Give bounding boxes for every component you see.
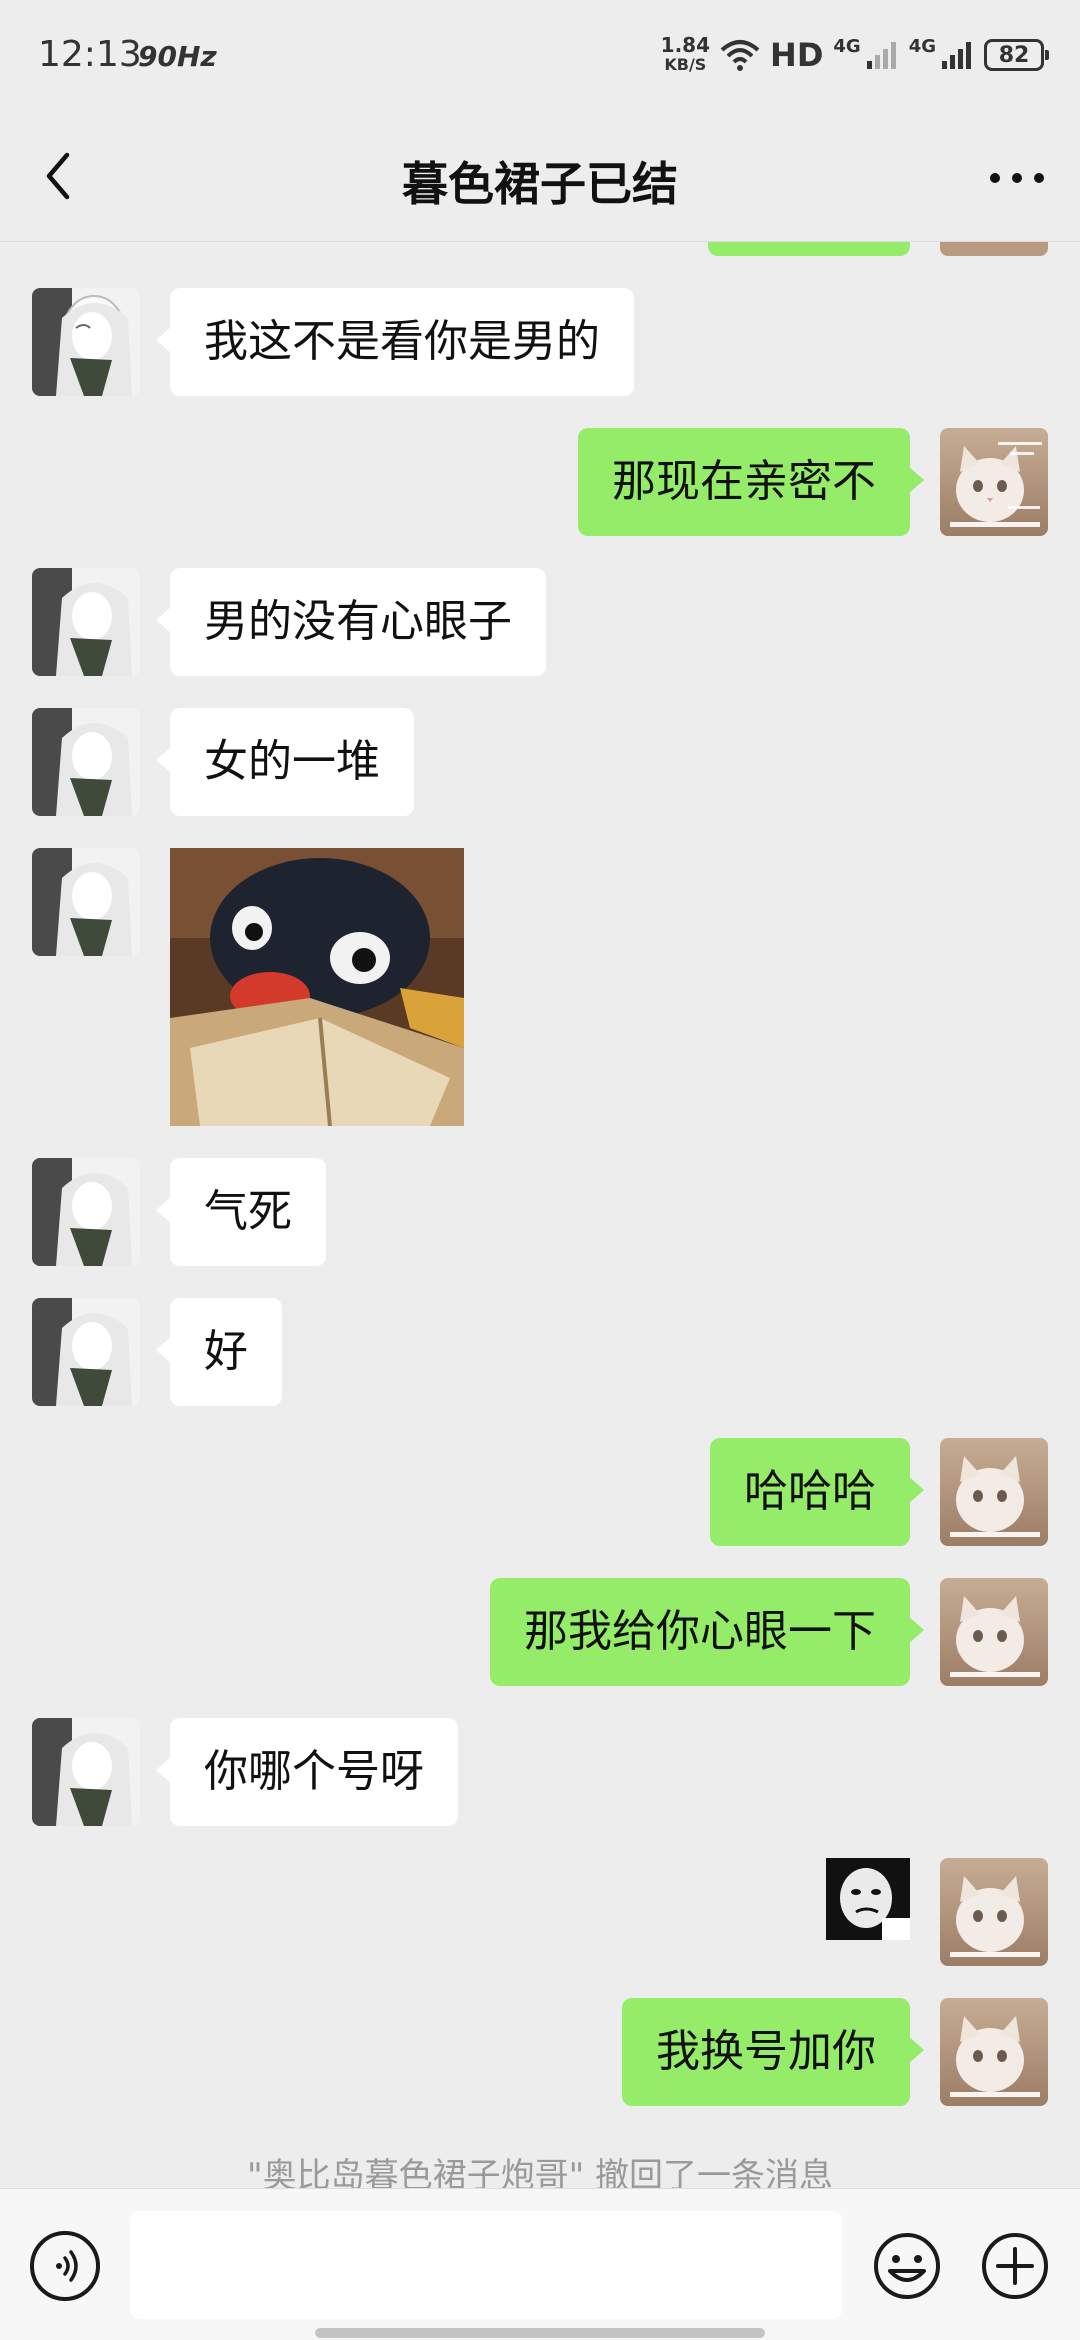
battery-icon: 82 — [984, 39, 1049, 71]
more-functions-button[interactable] — [980, 2231, 1050, 2301]
message-bubble[interactable]: 好 — [156, 1298, 282, 1406]
anime-girl-avatar-icon — [32, 708, 140, 816]
anime-girl-avatar-icon — [32, 288, 140, 396]
message-bubble[interactable]: 那现在亲密不 — [578, 428, 924, 536]
status-icons: 1.84 KB/S HD 4G 4G 82 — [661, 30, 1049, 80]
cat-avatar-icon — [940, 1858, 1048, 1966]
chat-header: 暮色裙子已结 — [0, 110, 1080, 242]
anime-girl-avatar-icon — [32, 1158, 140, 1266]
more-dots-icon — [990, 173, 1044, 183]
avatar-contact[interactable] — [32, 708, 140, 816]
penguin-reading-sticker[interactable] — [170, 848, 464, 1126]
voice-button[interactable] — [30, 2231, 100, 2301]
network-speed: 1.84 KB/S — [661, 35, 710, 75]
avatar-contact[interactable] — [32, 848, 140, 956]
avatar-contact[interactable] — [32, 1298, 140, 1406]
emoji-icon — [874, 2233, 940, 2299]
avatar-contact[interactable] — [32, 1158, 140, 1266]
avatar-self[interactable] — [940, 1578, 1048, 1686]
cat-avatar-icon — [940, 428, 1048, 536]
avatar-self[interactable] — [940, 428, 1048, 536]
anime-girl-avatar-icon — [32, 568, 140, 676]
recall-notice: "奥比岛暮色裙子炮哥" 撤回了一条消息 — [246, 2156, 834, 2188]
input-bar — [0, 2188, 1080, 2340]
avatar-contact[interactable] — [32, 1718, 140, 1826]
avatar-self[interactable] — [940, 1438, 1048, 1546]
home-indicator[interactable] — [315, 2328, 765, 2338]
anime-girl-avatar-icon — [32, 1718, 140, 1826]
cat-avatar-icon — [940, 1438, 1048, 1546]
avatar-contact[interactable] — [32, 288, 140, 396]
message-input[interactable] — [130, 2211, 842, 2319]
network-speed-unit: KB/S — [664, 55, 707, 74]
emoji-button[interactable] — [872, 2231, 942, 2301]
message-bubble[interactable]: 那我给你心眼一下 — [490, 1578, 924, 1686]
network-label-1: 4G — [833, 36, 861, 57]
battery-level: 82 — [998, 42, 1030, 68]
status-time: 12:13 — [38, 34, 142, 75]
face-sticker[interactable] — [826, 1858, 910, 1940]
more-button[interactable] — [982, 150, 1052, 206]
chat-title: 暮色裙子已结 — [402, 157, 678, 211]
message-bubble[interactable]: 男的没有心眼子 — [156, 568, 546, 676]
network-speed-value: 1.84 — [660, 33, 711, 57]
hd-label: HD — [770, 36, 824, 74]
signal-icon — [866, 42, 896, 69]
message-bubble[interactable]: 我换号加你 — [622, 1998, 924, 2106]
anime-girl-avatar-icon — [32, 848, 140, 956]
voice-icon — [56, 2250, 78, 2282]
wifi-icon — [720, 40, 760, 71]
cat-avatar-icon — [940, 1998, 1048, 2106]
face-sticker-icon — [826, 1858, 910, 1940]
plus-icon — [982, 2233, 1048, 2299]
anime-girl-avatar-icon — [32, 1298, 140, 1406]
message-list[interactable]: 我这不是看你是男的 那现在亲密不 男的没有心眼子 女的一堆 气死 好 哈哈哈 那… — [0, 242, 1080, 2188]
message-bubble[interactable]: 气死 — [156, 1158, 326, 1266]
message-bubble[interactable]: 女的一堆 — [156, 708, 414, 816]
signal-icon — [942, 42, 971, 69]
avatar-self[interactable] — [940, 1998, 1048, 2106]
cat-avatar-icon — [940, 1578, 1048, 1686]
refresh-rate: 90Hz — [138, 40, 217, 73]
message-bubble[interactable]: 哈哈哈 — [710, 1438, 924, 1546]
message-bubble[interactable]: 我这不是看你是男的 — [156, 288, 634, 396]
avatar-contact[interactable] — [32, 568, 140, 676]
penguin-sticker-icon — [170, 848, 464, 1126]
avatar-self[interactable] — [940, 1858, 1048, 1966]
message-bubble[interactable]: 你哪个号呀 — [156, 1718, 458, 1826]
status-bar: 12:13 90Hz 1.84 KB/S HD 4G 4G 82 — [0, 0, 1080, 110]
network-label-2: 4G — [908, 36, 936, 57]
